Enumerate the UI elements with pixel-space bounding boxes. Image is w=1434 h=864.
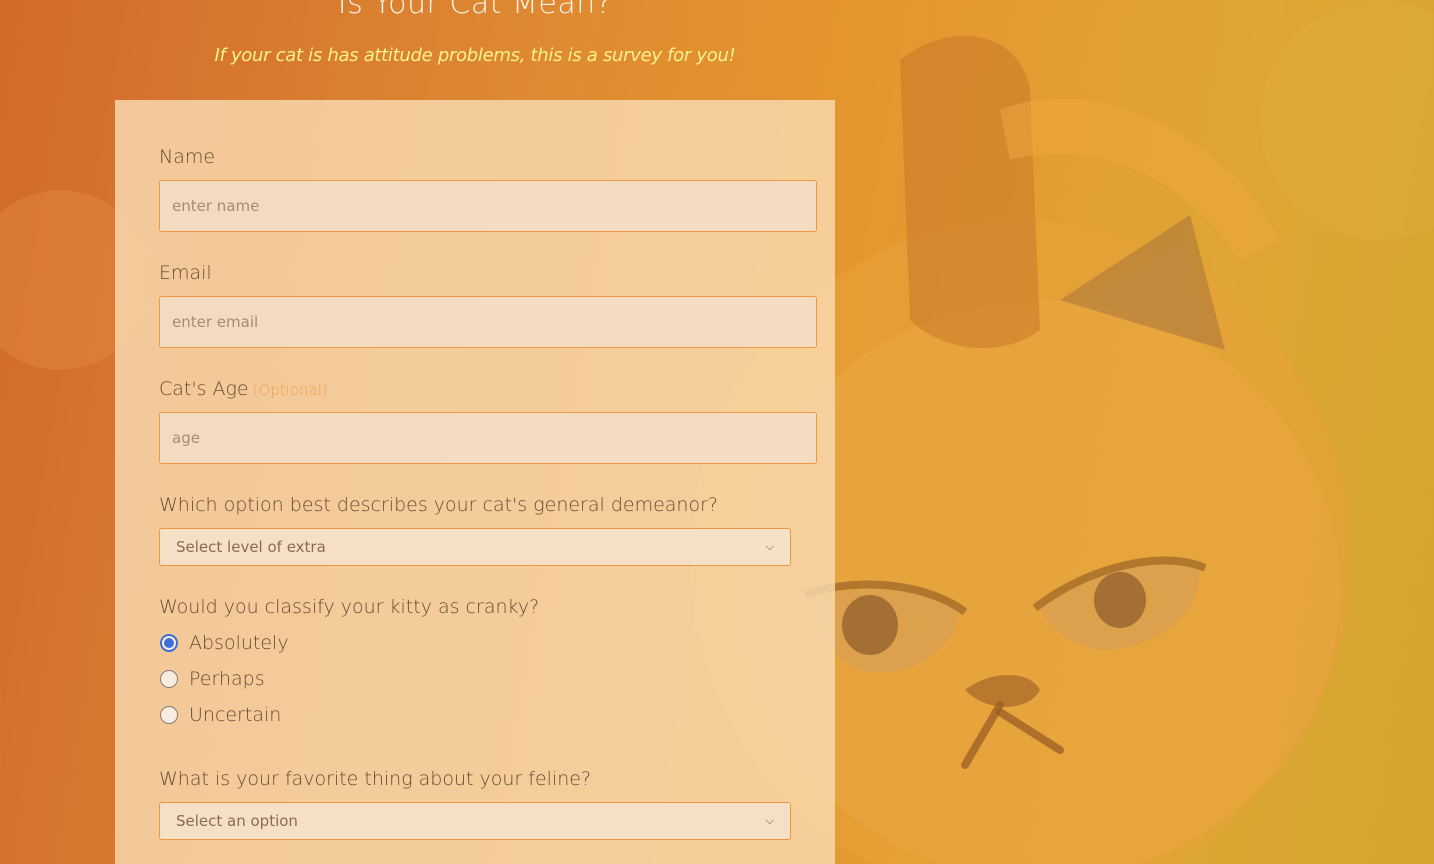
radio-absolutely[interactable]: [160, 634, 178, 652]
name-label: Name: [159, 146, 216, 168]
radio-label: Uncertain: [189, 704, 282, 726]
cranky-option-absolutely[interactable]: Absolutely: [159, 632, 289, 654]
demeanor-select-value: Select level of extra: [176, 538, 326, 556]
chevron-down-icon: ⌵: [765, 540, 774, 553]
optional-tag: (Optional): [252, 381, 328, 399]
radio-label: Absolutely: [189, 632, 289, 654]
email-field[interactable]: [159, 296, 817, 348]
email-label: Email: [159, 262, 212, 284]
favorite-label: What is your favorite thing about your f…: [159, 768, 592, 790]
cranky-label: Would you classify your kitty as cranky?: [159, 596, 540, 618]
age-label: Cat's Age: [159, 378, 249, 400]
page-subtitle: If your cat is has attitude problems, th…: [214, 45, 736, 66]
radio-label: Perhaps: [189, 668, 265, 690]
page-title: Is Your Cat Mean?: [337, 0, 613, 21]
survey-form: Name Email Cat's Age(Optional) Which opt…: [115, 100, 835, 864]
age-field[interactable]: [159, 412, 817, 464]
cranky-option-perhaps[interactable]: Perhaps: [159, 668, 265, 690]
chevron-down-icon: ⌵: [765, 814, 774, 827]
demeanor-select[interactable]: Select level of extra ⌵: [159, 528, 791, 566]
radio-uncertain[interactable]: [160, 706, 178, 724]
cranky-option-uncertain[interactable]: Uncertain: [159, 704, 281, 726]
age-label-group: Cat's Age (Optional): [159, 378, 328, 400]
radio-perhaps[interactable]: [160, 670, 178, 688]
favorite-select[interactable]: Select an option ⌵: [159, 802, 791, 840]
demeanor-label: Which option best describes your cat's g…: [159, 494, 718, 516]
name-field[interactable]: [159, 180, 817, 232]
favorite-select-value: Select an option: [176, 812, 298, 830]
